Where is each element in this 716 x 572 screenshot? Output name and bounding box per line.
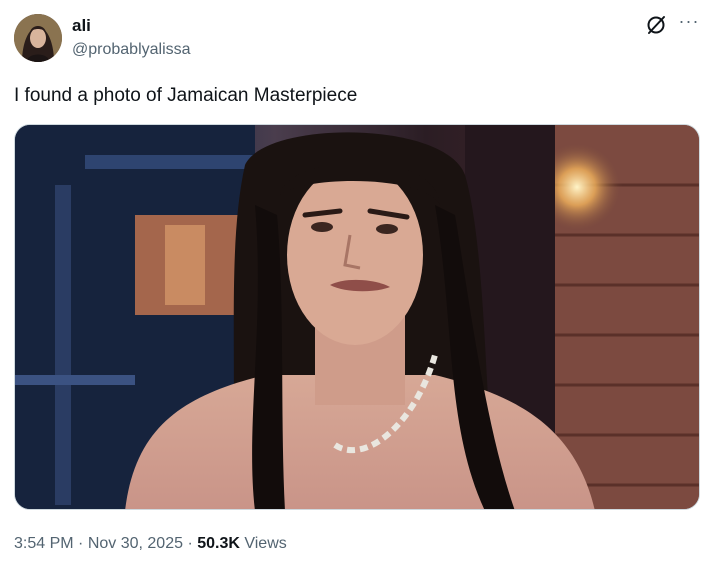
meta-separator: · [183, 535, 198, 552]
avatar-image [14, 14, 62, 62]
display-name[interactable]: ali [72, 16, 91, 36]
tweet-photo[interactable] [14, 124, 700, 510]
tweet-time[interactable]: 3:54 PM [14, 535, 74, 552]
grok-icon[interactable] [645, 14, 667, 36]
photo-content [15, 125, 699, 509]
meta-separator: · [73, 535, 88, 552]
avatar[interactable] [14, 14, 62, 62]
tweet: ali @probablyalissa ··· I found a photo … [0, 0, 716, 572]
views-count[interactable]: 50.3K [197, 535, 240, 552]
tweet-meta: 3:54 PM · Nov 30, 2025 · 50.3K Views [14, 534, 287, 554]
handle[interactable]: @probablyalissa [72, 40, 191, 60]
tweet-text: I found a photo of Jamaican Masterpiece [14, 85, 358, 106]
tweet-date[interactable]: Nov 30, 2025 [88, 535, 183, 552]
more-icon[interactable]: ··· [676, 12, 702, 34]
views-label: Views [239, 535, 287, 552]
